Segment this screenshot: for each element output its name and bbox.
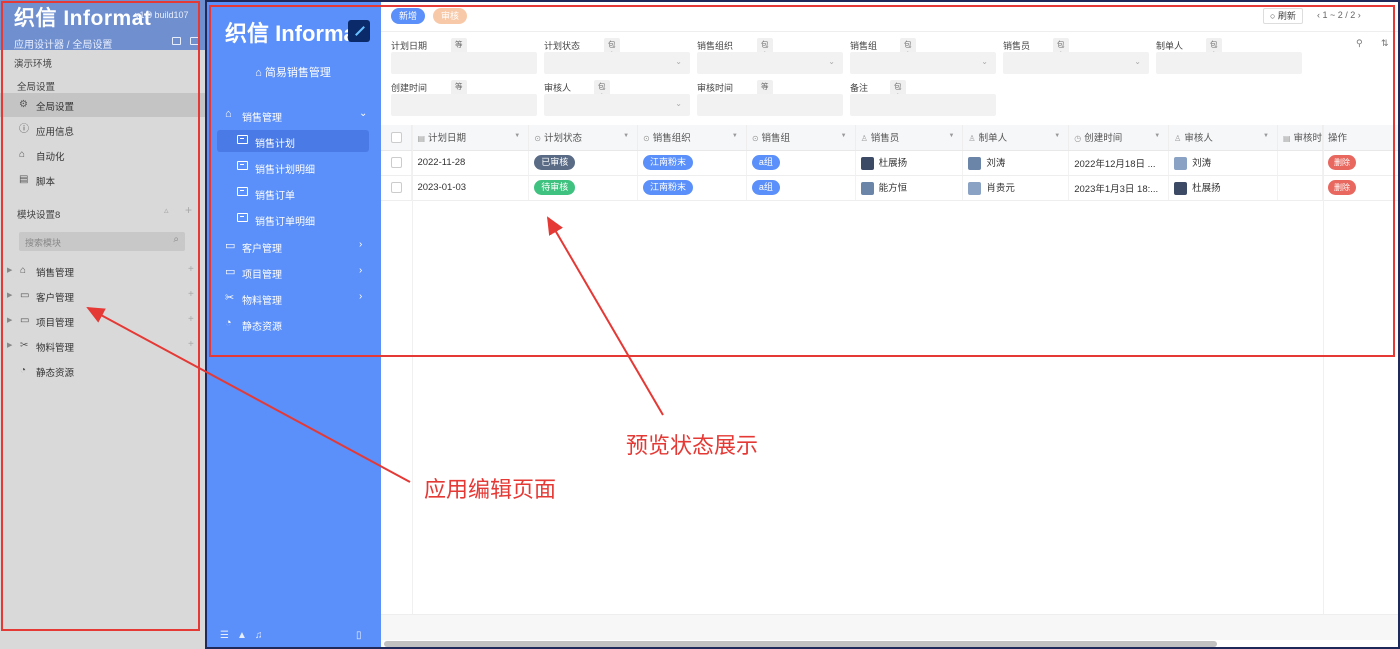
annotation-arrows [86, 216, 664, 483]
editor-annotation-label: 应用编辑页面 [424, 478, 557, 503]
editor-arrow [86, 307, 411, 483]
preview-annotation-label: 预览状态展示 [626, 434, 759, 459]
preview-arrow [546, 216, 664, 416]
